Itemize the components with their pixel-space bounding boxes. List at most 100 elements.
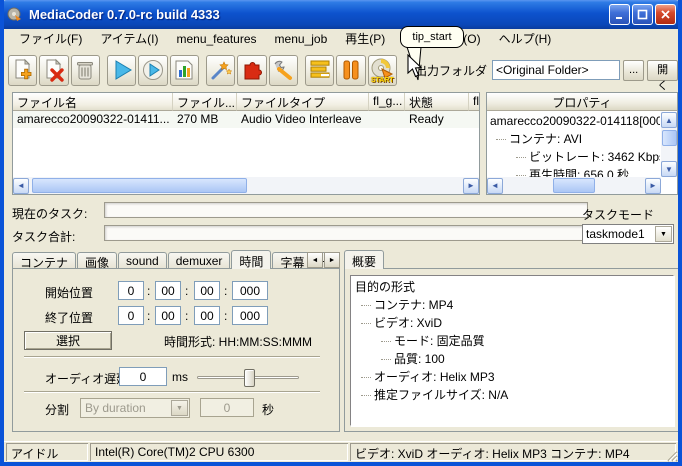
resize-grip[interactable] [664, 448, 678, 462]
start-button[interactable]: START [368, 55, 397, 86]
column-header-fl-g[interactable]: fl_g... [369, 93, 405, 111]
time-colon: : [147, 309, 150, 323]
tab-scroll-buttons: ◄ ► [306, 252, 340, 268]
tree-item[interactable]: コンテナ: AVI [488, 130, 660, 148]
tree-item[interactable]: ビデオ: XviD [353, 314, 673, 332]
clear-list-button[interactable] [71, 55, 100, 86]
file-list: ファイル名 ファイル... ファイルタイプ fl_g... 状態 fl amar… [12, 92, 480, 195]
dropdown-arrow-icon[interactable]: ▼ [655, 226, 672, 242]
property-header[interactable]: プロパティ [487, 93, 677, 111]
column-header-status[interactable]: 状態 [405, 93, 469, 111]
file-row-type: Audio Video Interleave [237, 111, 369, 128]
remove-file-button[interactable] [39, 55, 68, 86]
tab-next-icon[interactable]: ► [324, 252, 340, 268]
property-hscroll-thumb[interactable] [553, 178, 595, 193]
column-header-filetype[interactable]: ファイルタイプ [237, 93, 369, 111]
menu-item-file[interactable]: ファイル(F) [10, 28, 91, 49]
tab-prev-icon[interactable]: ◄ [307, 252, 323, 268]
scroll-right-icon[interactable]: ► [645, 178, 661, 194]
tab-summary[interactable]: 概要 [344, 250, 384, 269]
menu-item-features[interactable]: menu_features [167, 30, 265, 48]
pause-button[interactable] [336, 55, 365, 86]
scroll-up-icon[interactable]: ▲ [661, 112, 677, 128]
tree-item[interactable]: 目的の形式 [353, 278, 673, 296]
tree-item[interactable]: コンテナ: MP4 [353, 296, 673, 314]
status-cpu: Intel(R) Core(TM)2 CPU 6300 [90, 443, 348, 461]
minimize-button[interactable] [609, 4, 630, 25]
task-mode-combobox[interactable]: taskmode1 ▼ [582, 224, 674, 244]
separator [24, 391, 320, 393]
menu-item-item[interactable]: アイテム(I) [91, 28, 167, 49]
tab-container[interactable]: コンテナ [12, 252, 76, 269]
scroll-left-icon[interactable]: ◄ [13, 178, 29, 194]
tab-time[interactable]: 時間 [231, 250, 271, 269]
time-colon: : [185, 284, 188, 298]
file-list-header: ファイル名 ファイル... ファイルタイプ fl_g... 状態 fl [13, 93, 479, 111]
output-folder-input[interactable] [492, 60, 620, 80]
time-colon: : [224, 309, 227, 323]
menu-item-job[interactable]: menu_job [266, 30, 337, 48]
split-unit-label: 秒 [262, 401, 274, 418]
tree-item[interactable]: 品質: 100 [353, 350, 673, 368]
preview-play-icon [141, 58, 165, 82]
tree-item[interactable]: オーディオ: Helix MP3 [353, 368, 673, 386]
start-mmm-input[interactable] [232, 281, 268, 300]
column-header-filesize[interactable]: ファイル... [173, 93, 237, 111]
close-button[interactable] [655, 4, 676, 25]
audio-delay-slider-thumb[interactable] [244, 369, 255, 387]
tree-item[interactable]: 推定ファイルサイズ: N/A [353, 386, 673, 404]
file-list-hscrollbar[interactable]: ◄ ► [13, 177, 479, 194]
start-mm-input[interactable] [155, 281, 181, 300]
play-button[interactable] [107, 55, 136, 86]
app-icon [6, 6, 24, 24]
audio-delay-input[interactable] [119, 367, 167, 386]
tree-item[interactable]: ビットレート: 3462 Kbps [488, 148, 660, 166]
maximize-button[interactable] [632, 4, 653, 25]
column-header-filename[interactable]: ファイル名 [13, 93, 173, 111]
task-mode-value: taskmode1 [583, 227, 655, 241]
property-hscrollbar[interactable]: ◄ ► [487, 177, 661, 194]
start-ss-input[interactable] [194, 281, 220, 300]
file-row-status: Ready [405, 111, 469, 128]
end-hh-input[interactable] [118, 306, 144, 325]
file-row[interactable]: amarecco20090322-01411... 270 MB Audio V… [13, 111, 479, 128]
scroll-right-icon[interactable]: ► [463, 178, 479, 194]
tooltip-balloon: tip_start [400, 26, 464, 48]
property-vscroll-thumb[interactable] [662, 130, 677, 146]
dropdown-arrow-icon: ▼ [171, 400, 188, 416]
end-ss-input[interactable] [194, 306, 220, 325]
settings-button[interactable] [269, 55, 298, 86]
open-folder-button[interactable]: 開く [647, 60, 678, 81]
tab-sound[interactable]: sound [118, 252, 167, 269]
start-button-label: START [369, 77, 396, 84]
add-file-button[interactable] [8, 55, 37, 86]
tree-item[interactable]: 再生時間: 656.0 秒 [488, 166, 660, 177]
tab-picture[interactable]: 画像 [77, 252, 117, 269]
end-mm-input[interactable] [155, 306, 181, 325]
scroll-left-icon[interactable]: ◄ [487, 178, 503, 194]
end-mmm-input[interactable] [232, 306, 268, 325]
start-hh-input[interactable] [118, 281, 144, 300]
property-vscrollbar[interactable]: ▲ ▼ [661, 112, 677, 177]
split-value-input [200, 398, 254, 417]
menu-item-play[interactable]: 再生(P) [336, 28, 394, 49]
tab-demuxer[interactable]: demuxer [168, 252, 231, 269]
plugins-button[interactable] [237, 55, 266, 86]
queue-button[interactable] [305, 55, 334, 86]
file-list-hscroll-thumb[interactable] [32, 178, 247, 193]
tree-item[interactable]: モード: 固定品質 [353, 332, 673, 350]
title-bar[interactable]: MediaCoder 0.7.0-rc build 4333 [0, 0, 682, 29]
trash-icon [73, 58, 97, 82]
wizard-button[interactable] [206, 55, 235, 86]
scroll-down-icon[interactable]: ▼ [661, 161, 677, 177]
browse-folder-button[interactable]: ... [623, 60, 644, 81]
statistics-button[interactable] [170, 55, 199, 86]
menu-item-help[interactable]: ヘルプ(H) [490, 28, 561, 49]
preview-button[interactable] [138, 55, 167, 86]
split-label: 分割 [45, 401, 69, 418]
start-position-label: 開始位置 [45, 284, 93, 301]
bar-chart-icon [172, 58, 196, 82]
column-header-fl[interactable]: fl [469, 93, 480, 111]
select-range-button[interactable]: 選択 [24, 331, 112, 350]
tree-item[interactable]: amarecco20090322-014118[000].. [488, 112, 660, 130]
